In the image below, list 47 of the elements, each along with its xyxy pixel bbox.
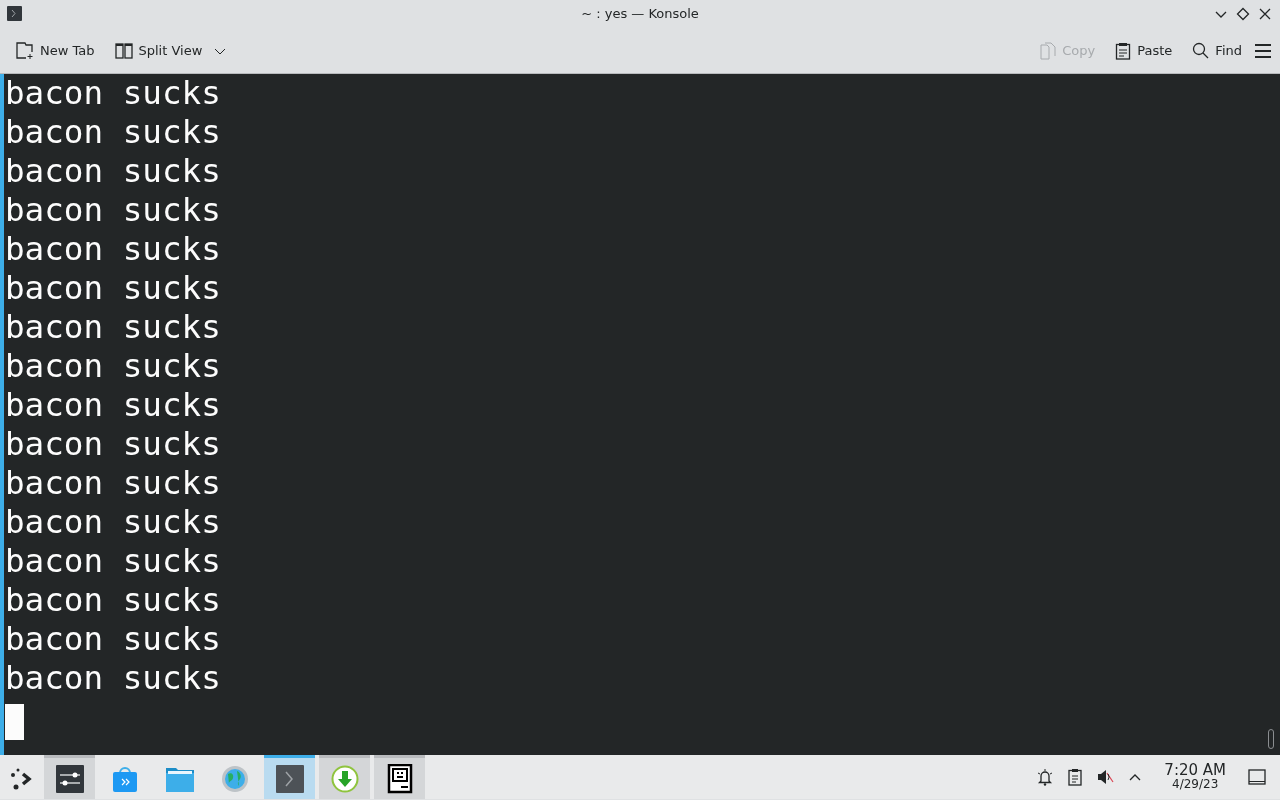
terminal-output-line: bacon sucks [5, 659, 221, 698]
terminal-output-line: bacon sucks [5, 308, 221, 347]
terminal-icon [7, 6, 22, 21]
copy-icon [1040, 41, 1057, 60]
clock-time[interactable]: 7:20 AM [1164, 763, 1226, 778]
terminal-output-line: bacon sucks [5, 425, 221, 464]
terminal-output-line: bacon sucks [5, 503, 221, 542]
terminal-icon [275, 764, 304, 793]
terminal-output-line: bacon sucks [5, 386, 221, 425]
show-desktop-icon[interactable] [1248, 768, 1266, 786]
computer-icon [386, 763, 413, 794]
taskbar-app-button[interactable] [374, 755, 425, 799]
split-view-icon [114, 41, 133, 60]
close-icon[interactable] [1258, 7, 1272, 21]
text-cursor [5, 704, 24, 740]
terminal-output-line: bacon sucks [5, 347, 221, 386]
terminal-output-line: bacon sucks [5, 269, 221, 308]
scrollbar-handle[interactable] [1268, 729, 1274, 749]
clock-date[interactable]: 4/29/23 [1164, 778, 1226, 791]
terminal-output-line: bacon sucks [5, 113, 221, 152]
new-tab-button[interactable]: New Tab [8, 36, 103, 65]
search-icon [1192, 42, 1210, 59]
terminal-output-line: bacon sucks [5, 152, 221, 191]
terminal-output-line: bacon sucks [5, 74, 221, 113]
maximize-icon[interactable] [1236, 7, 1250, 21]
clipboard-icon [1115, 41, 1132, 60]
split-view-button[interactable]: Split View [106, 36, 211, 65]
shopping-bag-icon [110, 764, 139, 793]
clipboard-icon[interactable] [1068, 768, 1083, 786]
terminal-output-line: bacon sucks [5, 464, 221, 503]
terminal-area[interactable]: bacon sucks bacon sucks bacon sucks bacon sucks bacon sucks bacon sucks bacon sucks bacon sucks bacon sucks bacon sucks bacon sucks bacon sucks bacon sucks bacon sucks bacon sucks bacon sucks [0, 74, 1280, 755]
new-tab-icon [16, 41, 34, 60]
globe-icon [220, 764, 249, 793]
window-title: ~ : yes — Konsole [581, 5, 699, 23]
terminal-output-line: bacon sucks [5, 191, 221, 230]
bell-icon[interactable] [1036, 768, 1055, 786]
terminal-output-line: bacon sucks [5, 620, 221, 659]
muted-speaker-icon[interactable] [1096, 768, 1115, 786]
settings-icon [55, 764, 84, 793]
terminal-output-line: bacon sucks [5, 542, 221, 581]
find-button[interactable]: Find [1184, 36, 1250, 65]
menu-icon[interactable] [1254, 42, 1272, 59]
paste-button[interactable]: Paste [1107, 36, 1181, 65]
taskbar-app-button[interactable] [44, 755, 95, 799]
terminal-output-line: bacon sucks [5, 581, 221, 620]
terminal-output-line: bacon sucks [5, 230, 221, 269]
download-icon [330, 764, 359, 793]
